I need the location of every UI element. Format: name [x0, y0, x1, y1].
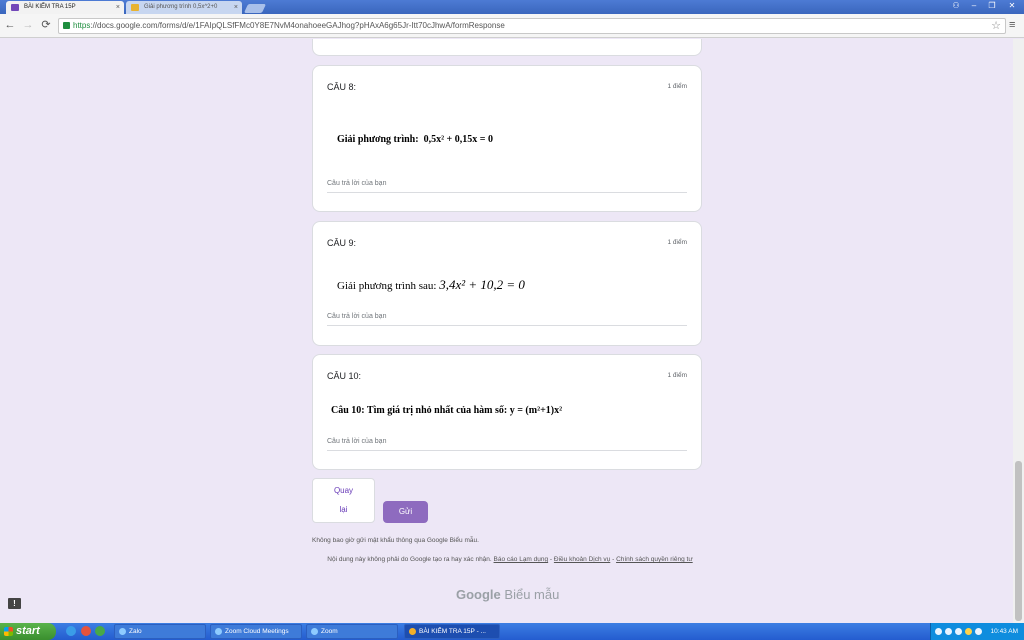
tray-security-icon[interactable] — [965, 628, 972, 635]
taskbar-chrome-form[interactable]: BÀI KIỂM TRA 15P - ... — [404, 624, 500, 639]
tab-giai-phuong-trinh[interactable]: Giải phương trình 0,5x^2+0 × — [126, 1, 242, 14]
prompt-prefix: Giải phương trình: — [337, 134, 419, 145]
browser-toolbar: ← → ⟳ https://docs.google.com/forms/d/e/… — [0, 14, 1024, 38]
prompt-prefix: Giải phương trình sau: — [337, 280, 437, 292]
windows-flag-icon — [4, 627, 13, 636]
question-prompt: Giải phương trình: 0,5x² + 0,15x = 0 — [337, 134, 493, 145]
browser-menu-icon[interactable]: ≡ — [1009, 19, 1015, 31]
windows-taskbar: start Zalo Zoom Cloud Meetings Zoom BÀI … — [0, 623, 1024, 640]
chrome-icon — [409, 628, 416, 635]
google-forms-logo[interactable]: Google Biểu mẫu — [456, 587, 559, 602]
user-icon[interactable]: ⚇ — [946, 0, 966, 12]
password-warning: Không bao giờ gửi mật khẩu thông qua Goo… — [312, 537, 479, 544]
tray-app-icon[interactable] — [955, 628, 962, 635]
tray-misc-icon[interactable] — [975, 628, 982, 635]
taskbar-zalo[interactable]: Zalo — [114, 624, 206, 639]
taskbar-label: BÀI KIỂM TRA 15P - ... — [419, 628, 486, 635]
zoom-icon — [311, 628, 318, 635]
question-card-9: CÂU 9: 1 điểm Giải phương trình sau: 3,4… — [312, 221, 702, 346]
question-points: 1 điểm — [667, 239, 687, 246]
feedback-icon[interactable]: ! — [8, 598, 21, 609]
prompt-equation: 0,5x² + 0,15x = 0 — [423, 134, 493, 145]
url-text: ://docs.google.com/forms/d/e/1FAIpQLSfFM… — [90, 21, 505, 30]
start-label: start — [16, 625, 40, 637]
tray-volume-icon[interactable] — [945, 628, 952, 635]
question-points: 1 điểm — [667, 372, 687, 379]
tab-close-icon[interactable]: × — [234, 1, 238, 14]
tray-network-icon[interactable] — [935, 628, 942, 635]
prompt-equation: 3,4x² + 10,2 = 0 — [439, 277, 525, 292]
chrome-quicklaunch-icon[interactable] — [81, 626, 91, 636]
taskbar-zoom-meetings[interactable]: Zoom Cloud Meetings — [210, 624, 302, 639]
back-button-form[interactable]: Quay lại — [312, 478, 375, 523]
question-card-10: CÂU 10: 1 điểm Câu 10: Tìm giá trị nhỏ n… — [312, 354, 702, 470]
privacy-link[interactable]: Chính sách quyền riêng tư — [616, 556, 693, 563]
previous-question-card — [312, 39, 702, 56]
minimize-button[interactable]: – — [964, 0, 984, 12]
tab-bai-kiem-tra[interactable]: BÀI KIỂM TRA 15P × — [6, 1, 124, 14]
taskbar-label: Zoom — [321, 628, 338, 635]
question-title: CÂU 8: — [327, 82, 357, 92]
question-prompt: Câu 10: Tìm giá trị nhỏ nhất của hàm số:… — [331, 405, 562, 416]
question-card-8: CÂU 8: 1 điểm Giải phương trình: 0,5x² +… — [312, 65, 702, 212]
bookmark-star-icon[interactable]: ☆ — [991, 19, 1001, 33]
url-scheme: https — [73, 21, 91, 30]
taskbar-label: Zoom Cloud Meetings — [225, 628, 289, 635]
answer-input[interactable]: Câu trả lời của bạn — [327, 437, 687, 451]
page-viewport: CÂU 8: 1 điểm Giải phương trình: 0,5x² +… — [0, 39, 1013, 623]
scrollbar-thumb[interactable] — [1015, 461, 1022, 621]
question-prompt: Giải phương trình sau: 3,4x² + 10,2 = 0 — [337, 277, 525, 293]
zalo-icon — [119, 628, 126, 635]
back-label-line2: lại — [339, 505, 348, 514]
question-title: CÂU 9: — [327, 238, 357, 248]
app-quicklaunch-icon[interactable] — [95, 626, 105, 636]
zoom-icon — [215, 628, 222, 635]
maximize-button[interactable]: ❐ — [982, 0, 1002, 12]
start-button[interactable]: start — [0, 623, 56, 640]
taskbar-zoom[interactable]: Zoom — [306, 624, 398, 639]
report-abuse-link[interactable]: Báo cáo Lạm dụng — [494, 556, 549, 563]
page-favicon-icon — [131, 4, 139, 11]
prompt-equation: y = (m²+1)x² — [509, 405, 563, 416]
back-label-line1: Quay — [333, 486, 354, 495]
tab-close-icon[interactable]: × — [116, 1, 120, 14]
back-button[interactable]: ← — [4, 18, 16, 32]
prompt-prefix: Câu 10: Tìm giá trị nhỏ nhất của hàm số: — [331, 405, 508, 416]
disclaimer: Nội dung này không phải do Google tạo ra… — [320, 556, 700, 564]
address-bar[interactable]: https://docs.google.com/forms/d/e/1FAIpQ… — [58, 18, 1006, 34]
logo-google: Google — [456, 587, 501, 602]
answer-input[interactable]: Câu trả lời của bạn — [327, 179, 687, 193]
clock[interactable]: 10:43 AM — [991, 623, 1018, 640]
answer-input[interactable]: Câu trả lời của bạn — [327, 312, 687, 326]
lock-icon — [63, 22, 70, 29]
google-forms-favicon-icon — [11, 4, 19, 11]
logo-product: Biểu mẫu — [504, 587, 560, 602]
question-points: 1 điểm — [667, 83, 687, 90]
taskbar-label: Zalo — [129, 628, 142, 635]
browser-titlebar: BÀI KIỂM TRA 15P × Giải phương trình 0,5… — [0, 0, 1024, 14]
terms-link[interactable]: Điều khoản Dịch vụ — [554, 556, 610, 563]
page-scrollbar[interactable] — [1013, 39, 1024, 623]
submit-button[interactable]: Gửi — [383, 501, 428, 523]
forward-button[interactable]: → — [22, 18, 34, 32]
ie-quicklaunch-icon[interactable] — [66, 626, 76, 636]
disclaimer-text: Nội dung này không phải do Google tạo ra… — [327, 556, 492, 563]
reload-button[interactable]: ⟳ — [40, 18, 52, 32]
new-tab-button[interactable] — [243, 4, 267, 13]
tab-label: Giải phương trình 0,5x^2+0 — [144, 4, 218, 10]
tab-label: BÀI KIỂM TRA 15P — [24, 4, 76, 10]
system-tray: 10:43 AM — [930, 623, 1024, 640]
question-title: CÂU 10: — [327, 371, 362, 381]
close-window-button[interactable]: ✕ — [1002, 0, 1022, 12]
